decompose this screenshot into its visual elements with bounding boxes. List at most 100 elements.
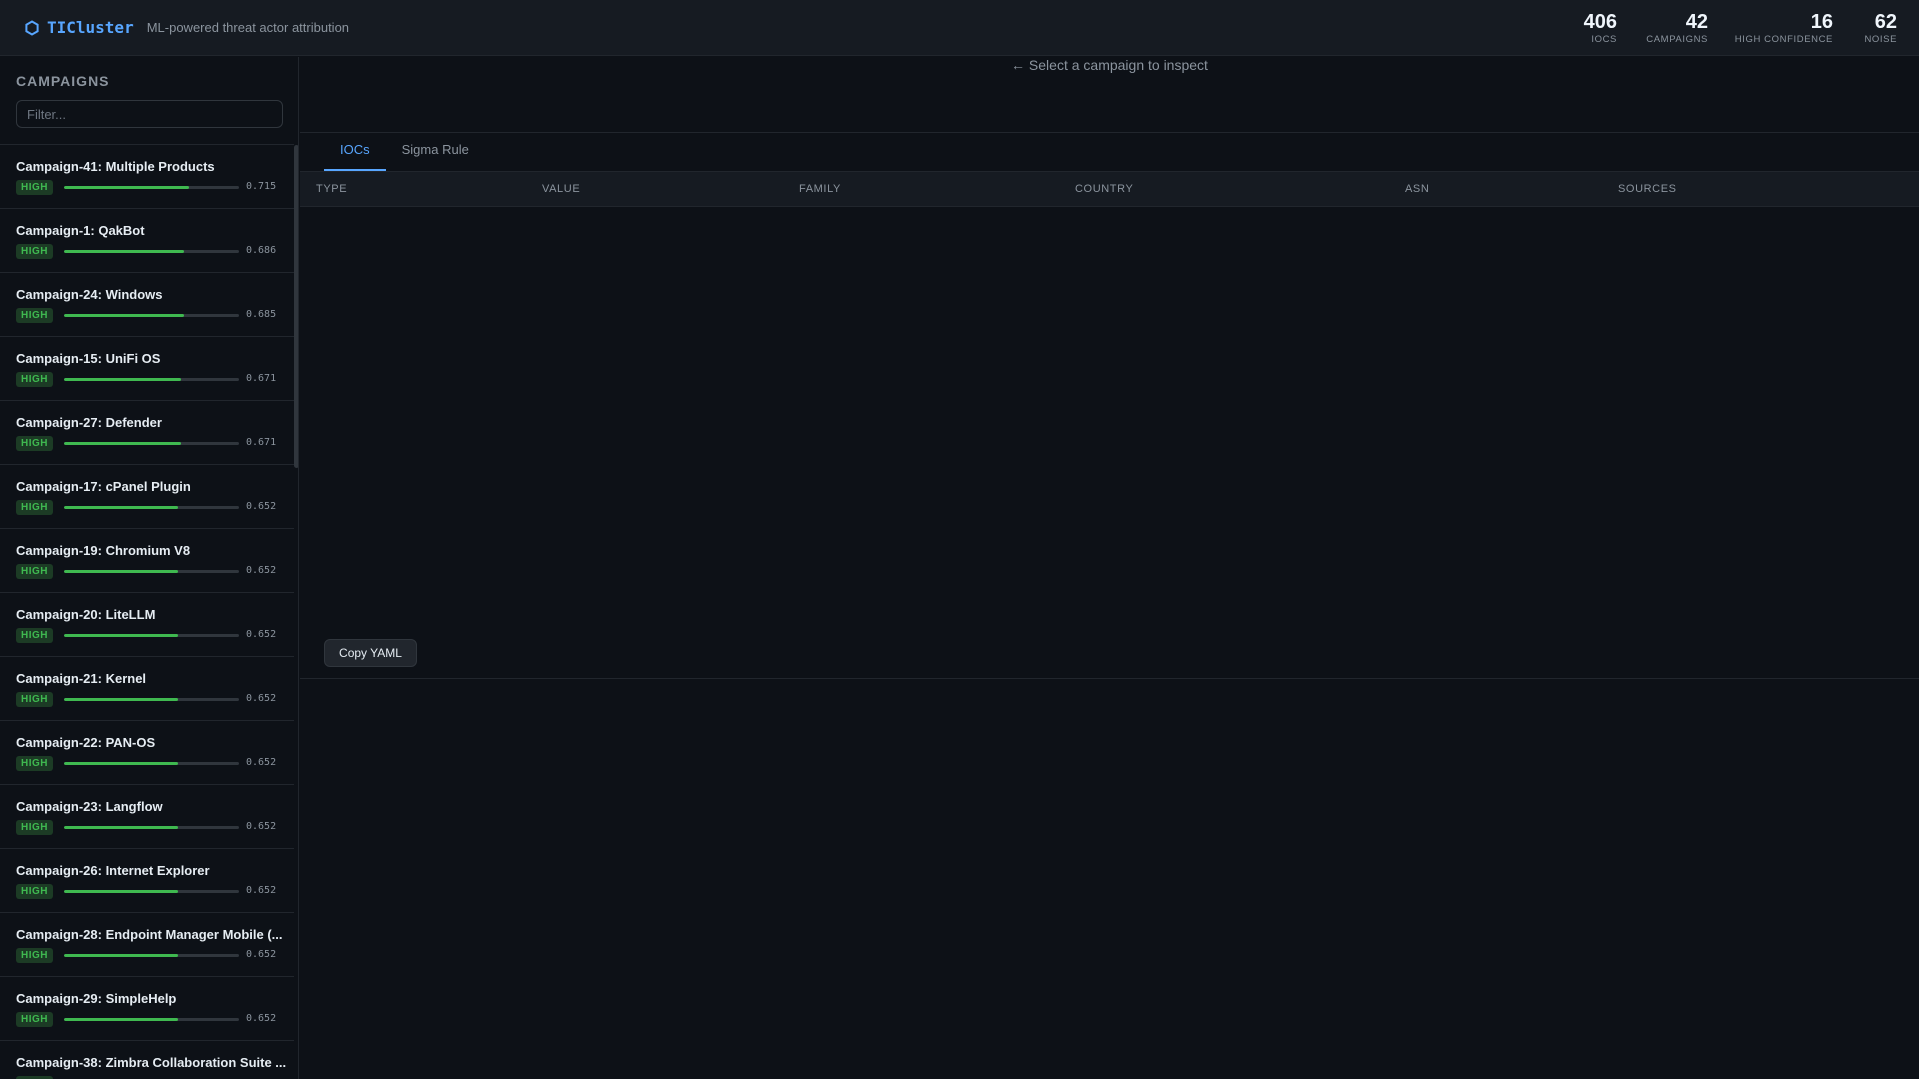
campaign-list-item[interactable]: Campaign-20: LiteLLM HIGH 0.652 bbox=[0, 592, 294, 656]
confidence-badge: HIGH bbox=[16, 692, 53, 707]
confidence-bar-fill bbox=[64, 954, 179, 957]
confidence-bar-fill bbox=[64, 698, 179, 701]
confidence-bar-fill bbox=[64, 378, 182, 381]
confidence-score: 0.652 bbox=[246, 693, 277, 704]
stat-campaigns-value: 42 bbox=[1685, 11, 1708, 33]
column-type: TYPE bbox=[316, 183, 348, 195]
sidebar-scrollbar[interactable] bbox=[294, 145, 298, 468]
confidence-score: 0.652 bbox=[246, 757, 277, 768]
campaign-name: Campaign-20: LiteLLM bbox=[16, 607, 156, 622]
confidence-score: 0.652 bbox=[246, 949, 277, 960]
stat-iocs-label: IOCS bbox=[1591, 34, 1617, 45]
stat-noise: 62 NOISE bbox=[1864, 10, 1897, 46]
campaign-name: Campaign-28: Endpoint Manager Mobile (..… bbox=[16, 927, 283, 942]
confidence-badge: HIGH bbox=[16, 180, 53, 195]
confidence-badge: HIGH bbox=[16, 308, 53, 323]
campaign-name: Campaign-24: Windows bbox=[16, 287, 163, 302]
campaign-name: Campaign-17: cPanel Plugin bbox=[16, 479, 191, 494]
column-value: VALUE bbox=[542, 183, 581, 195]
detail-tabs: IOCs Sigma Rule bbox=[324, 133, 485, 171]
campaign-list-item[interactable]: Campaign-23: Langflow HIGH 0.652 bbox=[0, 784, 294, 848]
confidence-badge: HIGH bbox=[16, 1012, 53, 1027]
column-asn: ASN bbox=[1405, 183, 1430, 195]
stat-high-confidence: 16 HIGH CONFIDENCE bbox=[1735, 10, 1833, 46]
confidence-bar bbox=[64, 314, 239, 317]
confidence-bar bbox=[64, 378, 239, 381]
campaigns-sidebar: CAMPAIGNS Campaign-41: Multiple Products… bbox=[0, 57, 299, 1079]
campaign-list-item[interactable]: Campaign-29: SimpleHelp HIGH 0.652 bbox=[0, 976, 294, 1040]
confidence-bar bbox=[64, 506, 239, 509]
confidence-score: 0.652 bbox=[246, 629, 277, 640]
confidence-bar bbox=[64, 762, 239, 765]
confidence-score: 0.685 bbox=[246, 309, 277, 320]
confidence-score: 0.652 bbox=[246, 501, 277, 512]
campaign-name: Campaign-27: Defender bbox=[16, 415, 162, 430]
campaign-list-item[interactable]: Campaign-41: Multiple Products HIGH 0.715 bbox=[0, 144, 294, 208]
stat-iocs-value: 406 bbox=[1583, 11, 1617, 33]
stat-campaigns-label: CAMPAIGNS bbox=[1646, 34, 1708, 45]
tab-iocs[interactable]: IOCs bbox=[324, 133, 386, 171]
brand: TICluster ML-powered threat actor attrib… bbox=[24, 18, 349, 37]
campaign-list-item[interactable]: Campaign-15: UniFi OS HIGH 0.671 bbox=[0, 336, 294, 400]
confidence-badge: HIGH bbox=[16, 628, 53, 643]
confidence-bar bbox=[64, 826, 239, 829]
campaign-name: Campaign-21: Kernel bbox=[16, 671, 147, 686]
confidence-bar bbox=[64, 186, 239, 189]
campaign-list-item[interactable]: Campaign-21: Kernel HIGH 0.652 bbox=[0, 656, 294, 720]
campaign-list-item[interactable]: Campaign-22: PAN-OS HIGH 0.652 bbox=[0, 720, 294, 784]
confidence-bar-fill bbox=[64, 314, 184, 317]
column-family: FAMILY bbox=[799, 183, 841, 195]
confidence-bar bbox=[64, 250, 239, 253]
confidence-badge: HIGH bbox=[16, 948, 53, 963]
confidence-score: 0.671 bbox=[246, 437, 277, 448]
campaign-name: Campaign-1: QakBot bbox=[16, 223, 145, 238]
confidence-bar-fill bbox=[64, 570, 179, 573]
campaign-list-item[interactable]: Campaign-19: Chromium V8 HIGH 0.652 bbox=[0, 528, 294, 592]
select-campaign-hint: ← Select a campaign to inspect bbox=[1011, 57, 1208, 73]
confidence-score: 0.652 bbox=[246, 1013, 277, 1024]
campaign-list-item[interactable]: Campaign-38: Zimbra Collaboration Suite … bbox=[0, 1040, 294, 1079]
ioc-table-header: TYPE VALUE FAMILY COUNTRY ASN SOURCES bbox=[300, 171, 1919, 207]
sidebar-title: CAMPAIGNS bbox=[16, 73, 110, 89]
campaign-list-item[interactable]: Campaign-1: QakBot HIGH 0.686 bbox=[0, 208, 294, 272]
column-sources: SOURCES bbox=[1618, 183, 1677, 195]
confidence-score: 0.652 bbox=[246, 565, 277, 576]
campaign-list-item[interactable]: Campaign-24: Windows HIGH 0.685 bbox=[0, 272, 294, 336]
copy-yaml-button[interactable]: Copy YAML bbox=[324, 639, 417, 667]
campaign-filter-input[interactable] bbox=[16, 100, 283, 128]
stat-high-confidence-value: 16 bbox=[1810, 11, 1833, 33]
campaign-list-item[interactable]: Campaign-28: Endpoint Manager Mobile (..… bbox=[0, 912, 294, 976]
confidence-bar bbox=[64, 634, 239, 637]
confidence-bar-fill bbox=[64, 1018, 179, 1021]
campaign-name: Campaign-41: Multiple Products bbox=[16, 159, 215, 174]
confidence-bar-fill bbox=[64, 186, 190, 189]
campaign-list-item[interactable]: Campaign-27: Defender HIGH 0.671 bbox=[0, 400, 294, 464]
detail-panel: IOCs Sigma Rule TYPE VALUE FAMILY COUNTR… bbox=[300, 132, 1919, 679]
tab-sigma-rule[interactable]: Sigma Rule bbox=[386, 133, 485, 171]
confidence-badge: HIGH bbox=[16, 820, 53, 835]
confidence-badge: HIGH bbox=[16, 372, 53, 387]
stat-high-confidence-label: HIGH CONFIDENCE bbox=[1734, 34, 1833, 45]
campaign-name: Campaign-15: UniFi OS bbox=[16, 351, 161, 366]
column-country: COUNTRY bbox=[1075, 183, 1134, 195]
campaign-list-item[interactable]: Campaign-17: cPanel Plugin HIGH 0.652 bbox=[0, 464, 294, 528]
confidence-score: 0.715 bbox=[246, 181, 277, 192]
campaign-list-item[interactable]: Campaign-26: Internet Explorer HIGH 0.652 bbox=[0, 848, 294, 912]
confidence-badge: HIGH bbox=[16, 436, 53, 451]
confidence-badge: HIGH bbox=[16, 756, 53, 771]
confidence-score: 0.652 bbox=[246, 885, 277, 896]
confidence-bar-fill bbox=[64, 762, 179, 765]
confidence-bar-fill bbox=[64, 634, 179, 637]
confidence-bar bbox=[64, 890, 239, 893]
confidence-bar bbox=[64, 570, 239, 573]
hexagon-icon bbox=[25, 19, 39, 36]
confidence-score: 0.671 bbox=[246, 373, 277, 384]
stat-noise-value: 62 bbox=[1874, 11, 1897, 33]
campaign-name: Campaign-38: Zimbra Collaboration Suite … bbox=[16, 1055, 287, 1070]
confidence-bar-fill bbox=[64, 826, 179, 829]
confidence-bar bbox=[64, 442, 239, 445]
confidence-badge: HIGH bbox=[16, 500, 53, 515]
stat-noise-label: NOISE bbox=[1864, 34, 1897, 45]
app-title: TICluster bbox=[47, 18, 134, 37]
confidence-bar bbox=[64, 954, 239, 957]
